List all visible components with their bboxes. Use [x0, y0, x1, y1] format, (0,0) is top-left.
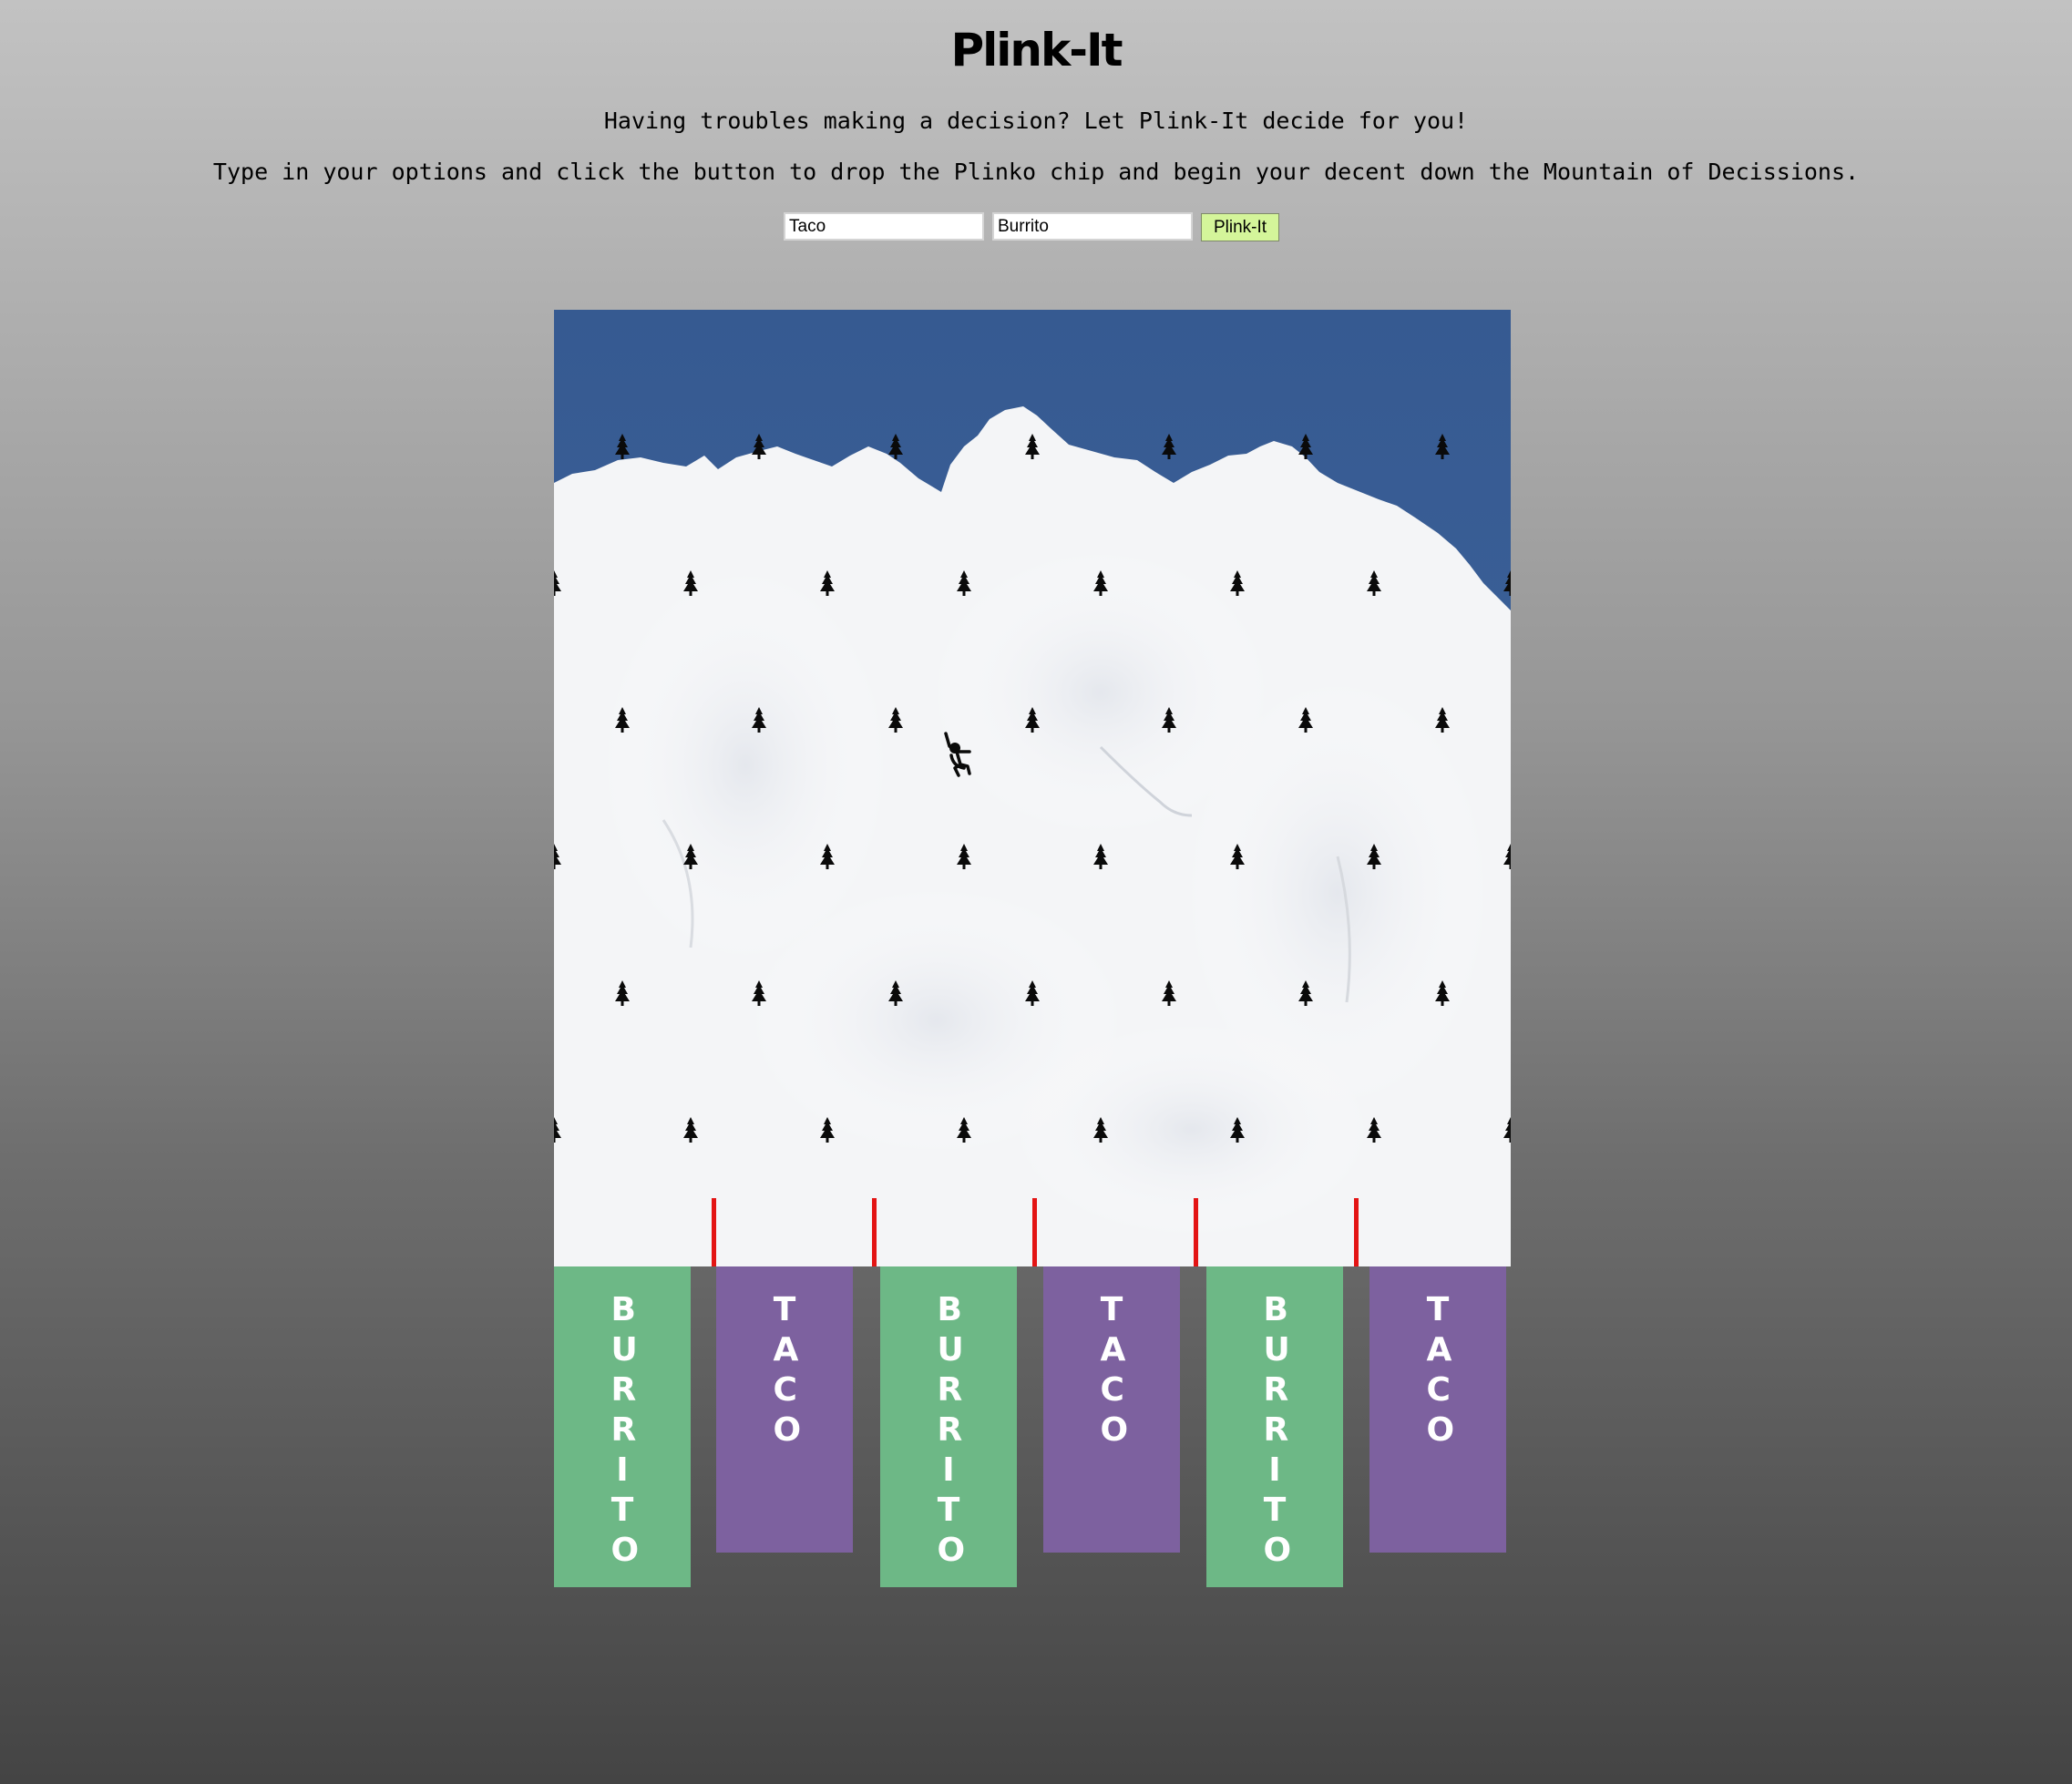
- bin-label: BURRITO: [1263, 1291, 1292, 1569]
- intro-text: Having troubles making a decision? Let P…: [603, 108, 1469, 134]
- bin-label: TACO: [1426, 1291, 1455, 1449]
- bin-taco: TACO: [716, 1266, 853, 1553]
- bin-taco: TACO: [1043, 1266, 1180, 1553]
- bin-burrito: BURRITO: [554, 1266, 691, 1587]
- bin-divider: [872, 1198, 877, 1266]
- bin-divider: [1032, 1198, 1037, 1266]
- plinko-board: [554, 310, 1511, 1266]
- instructions-text: Type in your options and click the butto…: [212, 159, 1860, 185]
- plink-it-button[interactable]: Plink-It: [1201, 213, 1279, 241]
- option-2-input[interactable]: [992, 212, 1193, 241]
- bin-divider: [1354, 1198, 1359, 1266]
- bin-burrito: BURRITO: [1206, 1266, 1343, 1587]
- bin-divider: [1194, 1198, 1198, 1266]
- mountain-scene: [554, 310, 1511, 1266]
- bin-divider: [712, 1198, 716, 1266]
- snow-shade: [1010, 1020, 1374, 1239]
- bin-label: BURRITO: [610, 1291, 640, 1569]
- option-1-input[interactable]: [784, 212, 984, 241]
- bin-burrito: BURRITO: [880, 1266, 1017, 1587]
- bin-label: TACO: [773, 1291, 802, 1449]
- bin-taco: TACO: [1369, 1266, 1506, 1553]
- bin-label: TACO: [1100, 1291, 1129, 1449]
- outcome-bins: BURRITO TACO BURRITO TACO BURRITO TACO: [554, 1266, 1511, 1594]
- options-form: Plink-It: [0, 212, 2072, 242]
- bin-label: BURRITO: [937, 1291, 966, 1569]
- page-title: Plink-It: [950, 24, 1123, 77]
